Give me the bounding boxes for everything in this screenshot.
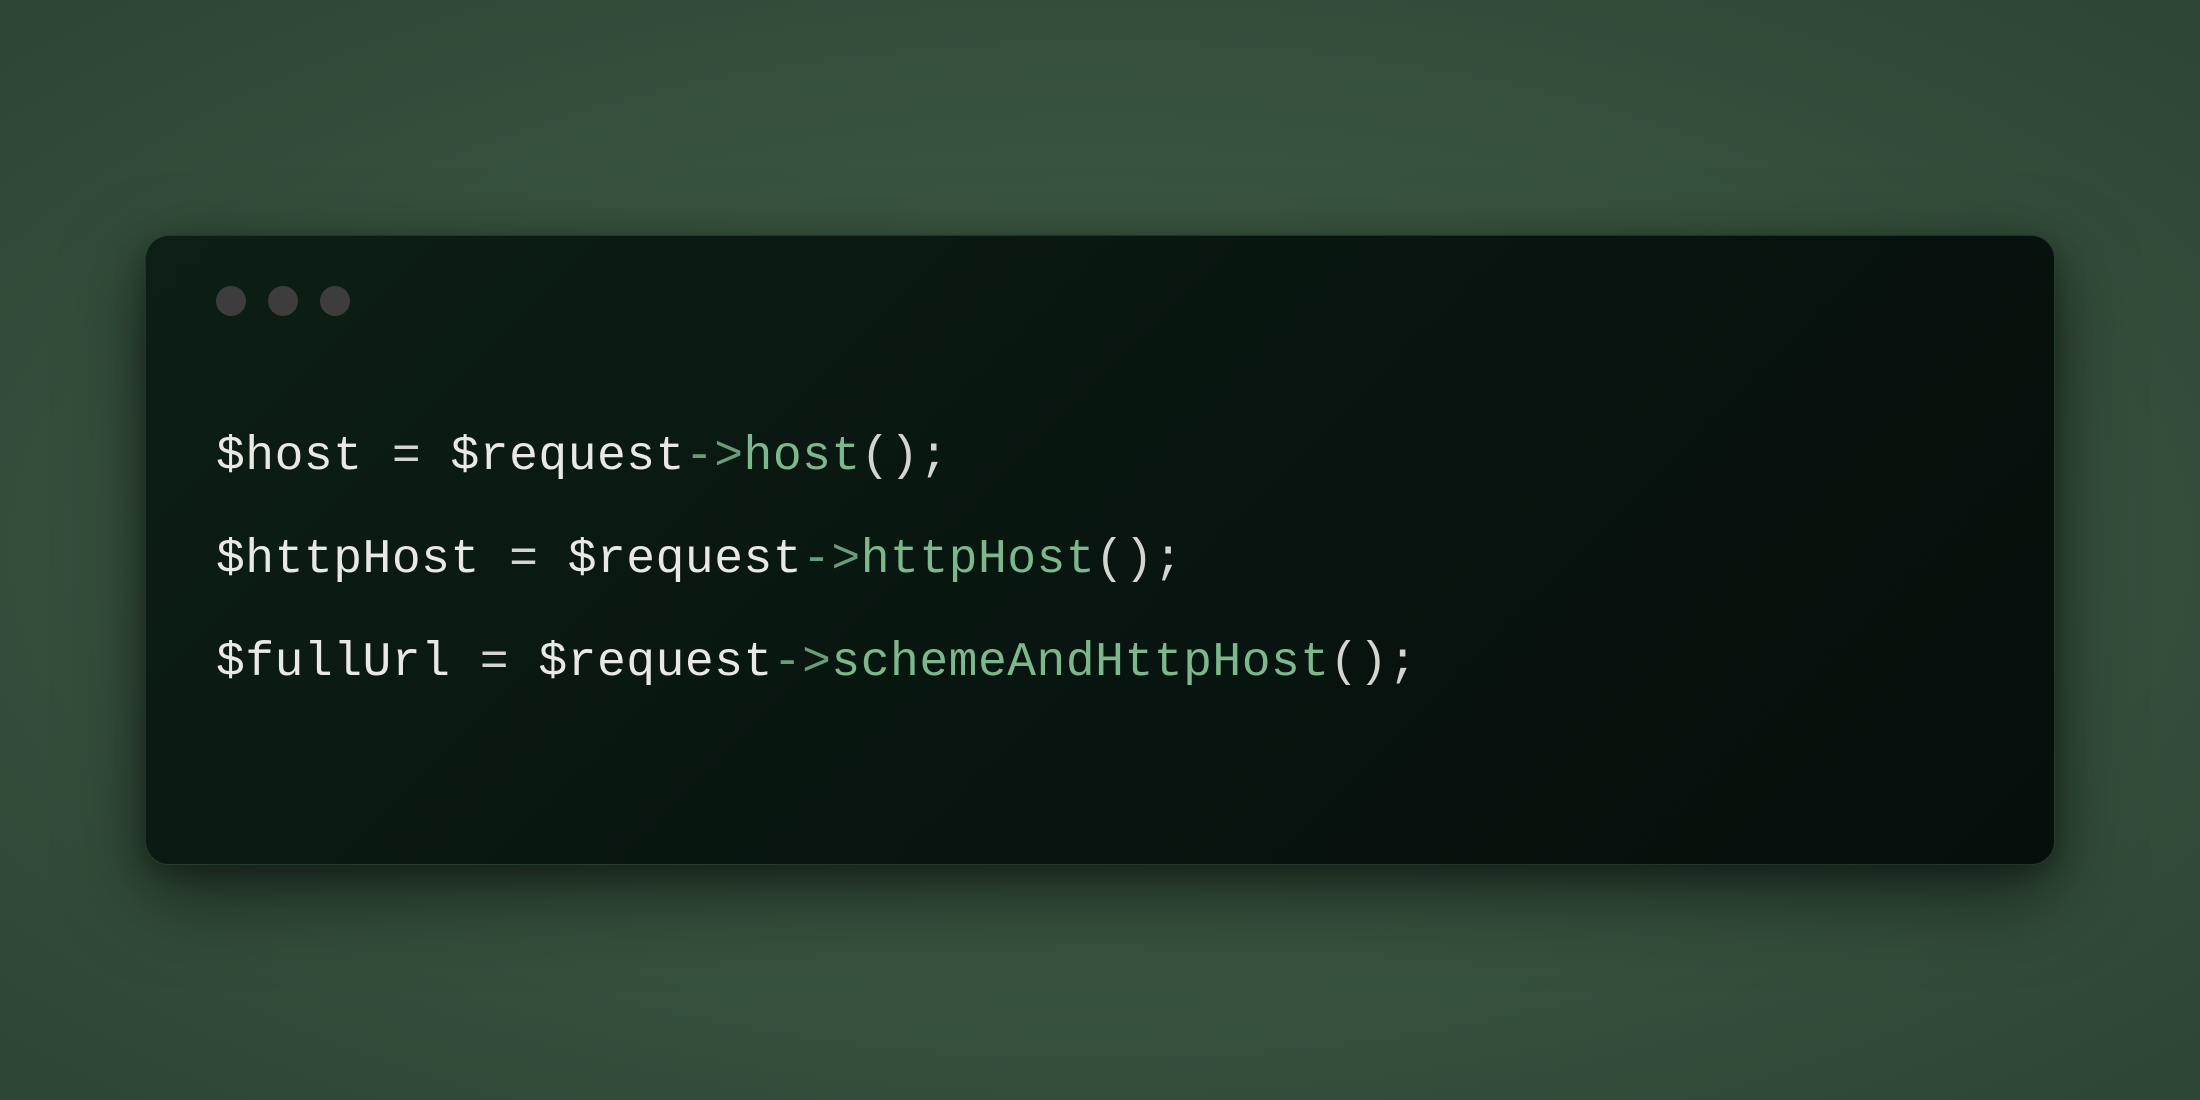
code-token-semicolon: ; [1388,636,1417,690]
traffic-light-maximize-icon[interactable] [320,286,350,316]
code-token-paren: () [1095,533,1154,587]
code-token-variable: $fullUrl [216,636,450,690]
code-token-space [450,636,479,690]
code-token-operator: = [480,636,509,690]
traffic-light-minimize-icon[interactable] [268,286,298,316]
code-token-variable: $request [538,636,772,690]
code-line: $host = $request->host(); [216,406,1984,509]
code-token-variable: $request [450,430,684,484]
traffic-lights [216,286,1984,316]
code-token-space [363,430,392,484]
code-token-variable: $host [216,430,363,484]
code-token-method: schemeAndHttpHost [831,636,1329,690]
code-token-method: host [744,430,861,484]
code-token-variable: $httpHost [216,533,480,587]
code-token-paren: () [1330,636,1389,690]
code-line: $httpHost = $request->httpHost(); [216,509,1984,612]
code-token-operator: = [509,533,538,587]
code-token-space [480,533,509,587]
code-token-semicolon: ; [919,430,948,484]
code-content: $host = $request->host();$httpHost = $re… [216,406,1984,716]
code-token-semicolon: ; [1154,533,1183,587]
code-token-space [538,533,567,587]
code-token-space [421,430,450,484]
code-token-arrow: -> [802,533,861,587]
code-token-space [509,636,538,690]
code-token-method: httpHost [861,533,1095,587]
code-token-arrow: -> [773,636,832,690]
code-token-operator: = [392,430,421,484]
code-window: $host = $request->host();$httpHost = $re… [145,235,2055,865]
traffic-light-close-icon[interactable] [216,286,246,316]
code-token-variable: $request [568,533,802,587]
code-line: $fullUrl = $request->schemeAndHttpHost()… [216,612,1984,715]
code-token-arrow: -> [685,430,744,484]
code-token-paren: () [861,430,920,484]
